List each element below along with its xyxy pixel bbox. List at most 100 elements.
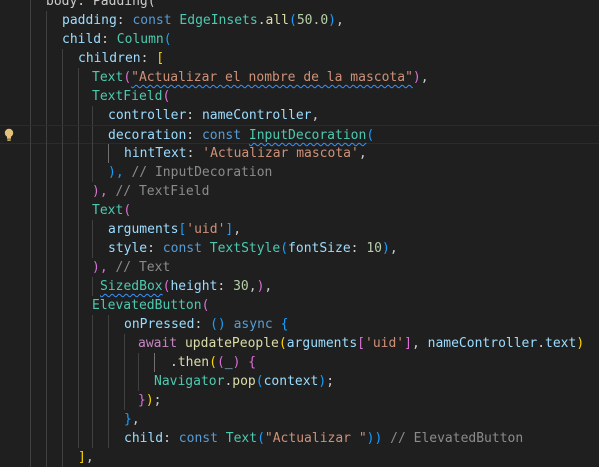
code-line[interactable]: decoration: const InputDecoration( [0,125,599,145]
indent-guide [62,296,63,315]
code-text: ), // InputDecoration [108,163,272,182]
code-token: { [280,317,289,332]
code-line[interactable]: style: const TextStyle(fontSize: 10), [0,239,599,258]
code-token: "Actualizar el nombre de la mascota" [131,70,413,85]
code-token: , [131,412,140,427]
code-line[interactable]: ElevatedButton( [0,296,599,315]
code-line[interactable]: Text( [0,201,599,220]
code-token: child [62,32,102,47]
code-token: Column [116,32,164,47]
code-line[interactable]: controller: nameController, [0,106,599,125]
indent-guide [92,163,93,182]
code-line[interactable]: children: [ [0,49,599,68]
indent-guide [78,277,79,296]
code-token: , [311,108,320,123]
code-token: const [178,431,226,446]
code-line[interactable]: TextField( [0,87,599,106]
code-token: ( [289,13,297,28]
code-line[interactable]: }, [0,410,599,429]
code-line[interactable]: hintText: 'Actualizar mascota', [0,144,599,163]
code-line[interactable]: await updatePeople(arguments['uid'], nam… [0,334,599,353]
indent-guide [62,391,63,410]
indent-guide [62,126,63,145]
indent-guide [62,315,63,334]
code-token: hintText [124,146,187,161]
code-token: : [163,431,179,446]
indent-guide [108,372,109,391]
indent-guide [92,126,93,145]
code-token: await [138,336,185,351]
code-token: then [177,355,210,370]
code-token: const [132,13,180,28]
indent-guide [30,296,31,315]
code-line[interactable]: padding: const EdgeInsets.all(50.0), [0,11,599,30]
indent-guide [78,296,79,315]
indent-guide [46,30,47,49]
code-token: 30 [233,279,249,294]
indent-guide [138,372,139,391]
indent-guide [30,106,31,125]
indent-guide [92,391,93,410]
indent-guide [46,296,47,315]
indent-guide [108,315,109,334]
code-token: Navigator [154,374,225,389]
indent-guide [30,201,31,220]
indent-guide [30,144,31,163]
code-token: : [186,146,203,161]
code-token: Text [92,70,124,85]
indent-guide [92,429,93,448]
code-line[interactable]: ), // InputDecoration [0,163,599,182]
code-text: await updatePeople(arguments['uid'], nam… [138,334,584,353]
indent-guide [30,239,31,258]
code-line[interactable]: Navigator.pop(context); [0,372,599,391]
code-line[interactable]: .then((_) { [0,353,599,372]
lightbulb-icon[interactable] [3,128,15,142]
code-token: // Text [115,260,171,275]
code-token: controller [108,108,187,123]
code-line[interactable]: ), // Text [0,258,599,277]
indent-guide [46,163,47,182]
code-token: height [170,279,218,294]
code-token: body: Padding( [46,0,156,9]
code-line[interactable]: child: const Text("Actualizar ")) // Ele… [0,429,599,448]
indent-guide [78,315,79,334]
indent-guide [78,410,79,429]
code-editor[interactable]: body: Padding( padding: const EdgeInsets.… [0,0,599,467]
indent-guide [30,353,31,372]
code-text: TextField( [92,87,170,106]
indent-guide [78,258,79,277]
code-token: Text [92,203,124,218]
code-token: ) [232,355,249,370]
code-text: ), // Text [92,258,170,277]
code-line[interactable]: ), // TextField [0,182,599,201]
code-token: ElevatedButton [92,298,202,313]
code-token: // InputDecoration [131,165,273,180]
code-token: // TextField [115,184,210,199]
indent-guide [62,87,63,106]
code-line[interactable]: SizedBox(height: 30,), [0,277,599,296]
code-line[interactable]: }); [0,391,599,410]
code-line[interactable]: onPressed: () async { [0,315,599,334]
code-token: padding [62,13,117,28]
code-line[interactable]: arguments['uid'], [0,220,599,239]
code-line[interactable]: Text("Actualizar el nombre de la mascota… [0,68,599,87]
indent-guide [46,429,47,448]
indent-guide [46,391,47,410]
code-line[interactable]: child: Column( [0,30,599,49]
code-token: , [264,279,273,294]
code-text: child: const Text("Actualizar ")) // Ele… [124,429,523,448]
indent-guide [46,410,47,429]
indent-guide [46,144,47,163]
indent-guide [78,372,79,391]
indent-guide [46,277,47,296]
code-token: child [124,431,164,446]
code-line[interactable]: ], [0,448,599,467]
indent-guide [78,334,79,353]
indent-guide [46,353,47,372]
indent-guide [30,87,31,106]
code-token: . [537,336,546,351]
indent-guide [92,334,93,353]
code-token: fontSize [288,241,351,256]
code-token: async [233,317,281,332]
code-line[interactable]: body: Padding( [0,0,599,11]
